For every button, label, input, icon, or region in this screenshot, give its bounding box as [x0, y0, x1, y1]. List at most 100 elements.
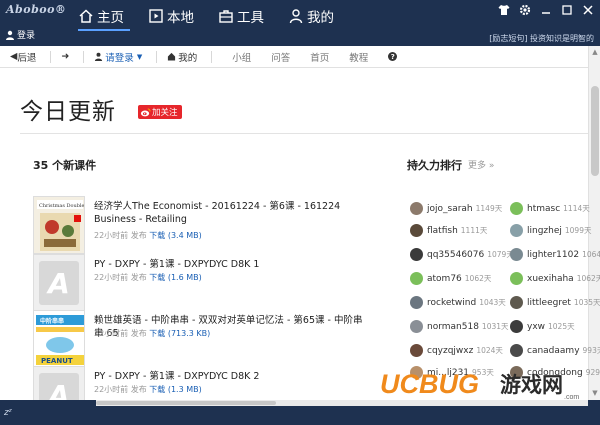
download-link[interactable]: 下载 [149, 329, 165, 338]
economist-cover-icon: Christmas Double [34, 197, 85, 253]
rank-user-name: norman518 [427, 321, 479, 332]
ranking-item[interactable]: xuexihaha 1062天 [510, 272, 600, 285]
course-size: (713.3 KB) [167, 329, 211, 338]
app-logo: Aboboo® [6, 3, 67, 16]
toolbox-icon [219, 10, 233, 23]
horizontal-scrollbar[interactable] [96, 400, 588, 406]
course-title[interactable]: PY - DXPY - 第1课 - DXPYDYC D8K 1 [94, 258, 369, 271]
ranking-item[interactable]: cqyzqjwxz 1024天 [410, 344, 503, 357]
ranking-item[interactable]: lingzhej 1099天 [510, 224, 591, 237]
rank-days: 1031天 [481, 322, 509, 331]
status-bar: zᶻ [0, 400, 600, 425]
ranking-item[interactable]: qq35546076 1079天 [410, 248, 514, 261]
course-size: (1.6 MB) [167, 273, 202, 282]
tab-local-label: 本地 [167, 10, 194, 26]
ranking-item[interactable]: norman518 1031天 [410, 320, 509, 333]
scrollbar-thumb[interactable] [591, 86, 599, 176]
slogan-text[interactable]: [励志短句] 投资知识是明智的 [489, 33, 594, 44]
rank-days: 1025天 [548, 322, 575, 331]
course-thumbnail-peanut[interactable]: 中阶串串 PEANUT [33, 310, 85, 368]
ranking-item[interactable]: lighter11021064天 [510, 248, 600, 261]
back-label: 后退 [17, 52, 37, 64]
course-title[interactable]: PY - DXPY - 第1课 - DXPYDYC D8K 2 [94, 370, 369, 383]
tab-tools[interactable]: 工具 [218, 5, 264, 27]
shirt-icon[interactable] [498, 4, 510, 16]
avatar [510, 202, 523, 215]
tab-local[interactable]: 本地 [148, 5, 194, 27]
rank-user-name: jojo_sarah [427, 203, 473, 214]
course-title[interactable]: 经济学人The Economist - 20161224 - 第6课 - 161… [94, 200, 369, 226]
back-button[interactable]: ◀ 后退 [10, 50, 36, 64]
ranking-title: 持久力排行 [407, 159, 462, 172]
rank-user-name: lighter1102 [527, 249, 580, 260]
tab-home[interactable]: 主页 [78, 5, 124, 27]
ranking-item[interactable]: jojo_sarah 1149天 [410, 202, 502, 215]
avatar [510, 248, 523, 261]
toolbar-divider [156, 50, 158, 63]
gear-icon[interactable] [519, 4, 531, 16]
rank-user-name: littleegret [527, 297, 571, 308]
course-thumbnail-placeholder[interactable]: A [33, 254, 85, 312]
download-link[interactable]: 下载 [149, 273, 165, 282]
toolbar-link-home[interactable]: 首页 [310, 50, 329, 64]
title-bar: Aboboo® 登录 主页 本地 工具 我的 [励志短句] 投资知识是明智的 [0, 0, 600, 46]
course-size: (3.4 MB) [167, 231, 202, 240]
course-thumbnail-economist[interactable]: Christmas Double [33, 196, 85, 254]
download-link[interactable]: 下载 [149, 231, 165, 240]
rank-user-name: xuexihaha [527, 273, 574, 284]
ranking-item[interactable]: flatfish 1111天 [410, 224, 487, 237]
avatar [510, 272, 523, 285]
minimize-icon[interactable] [540, 4, 552, 16]
rank-days: 1064天 [582, 250, 600, 259]
course-time: 22小时前 发布 [94, 273, 147, 282]
avatar [510, 344, 523, 357]
mine-button[interactable]: 我的 [167, 50, 197, 64]
toolbar-link-tutorial[interactable]: 教程 [349, 50, 368, 64]
login-dropdown[interactable]: 请登录 ▼ [94, 50, 142, 64]
tab-tools-label: 工具 [237, 10, 264, 26]
forward-button[interactable]: ➜ [61, 51, 69, 62]
ranking-item[interactable]: htmasc 1114天 [510, 202, 590, 215]
maximize-icon[interactable] [561, 4, 573, 16]
avatar [410, 248, 423, 261]
watermark-chinese: 游戏网 [500, 373, 563, 397]
mine-label: 我的 [178, 52, 198, 64]
rank-user-name: cqyzqjwxz [427, 345, 474, 356]
ranking-item[interactable]: yxw 1025天 [510, 320, 575, 333]
home-icon [168, 52, 176, 61]
toolbar-divider [211, 50, 213, 63]
page-title: 今日更新 [20, 99, 116, 125]
ranking-item[interactable]: rocketwind 1043天 [410, 296, 506, 309]
course-size: (1.3 MB) [167, 385, 202, 394]
close-icon[interactable] [582, 4, 594, 16]
rank-user-name: lingzhej [527, 225, 562, 236]
rank-user-name: qq35546076 [427, 249, 485, 260]
peanut-cover-icon: 中阶串串 PEANUT [34, 311, 84, 367]
watermark-brand: UCBUG [380, 369, 479, 399]
tab-mine[interactable]: 我的 [288, 5, 334, 27]
login-link[interactable]: 登录 [5, 28, 35, 41]
scroll-up-icon[interactable]: ▲ [591, 48, 599, 56]
rank-days: 1062天 [464, 274, 492, 283]
ranking-item[interactable]: atom76 1062天 [410, 272, 491, 285]
rank-days: 1043天 [479, 298, 506, 307]
ranking-item[interactable]: littleegret 1035天 [510, 296, 600, 309]
avatar [410, 202, 423, 215]
ranking-item[interactable]: canadaamy993天 [510, 344, 600, 357]
course-meta: 22小时前 发布 下载 (1.3 MB) [94, 384, 202, 395]
rank-days: 1035天 [573, 298, 600, 307]
toolbar-link-qa[interactable]: 问答 [271, 50, 290, 64]
toolbar-link-group[interactable]: 小组 [232, 50, 251, 64]
follow-button[interactable]: 加关注 [138, 105, 182, 119]
course-meta: 22小时前 发布 下载 (713.3 KB) [94, 328, 210, 339]
horizontal-scrollbar-thumb[interactable] [96, 401, 276, 405]
sleep-icon[interactable]: zᶻ [4, 408, 12, 418]
ranking-more-link[interactable]: 更多 » [468, 158, 494, 171]
help-icon[interactable]: ? [388, 52, 398, 61]
avatar [510, 320, 523, 333]
download-link[interactable]: 下载 [149, 385, 165, 394]
avatar [410, 224, 423, 237]
user-icon [289, 9, 303, 24]
svg-text:Christmas Double: Christmas Double [39, 203, 85, 209]
chevron-down-icon: ▼ [136, 52, 143, 61]
